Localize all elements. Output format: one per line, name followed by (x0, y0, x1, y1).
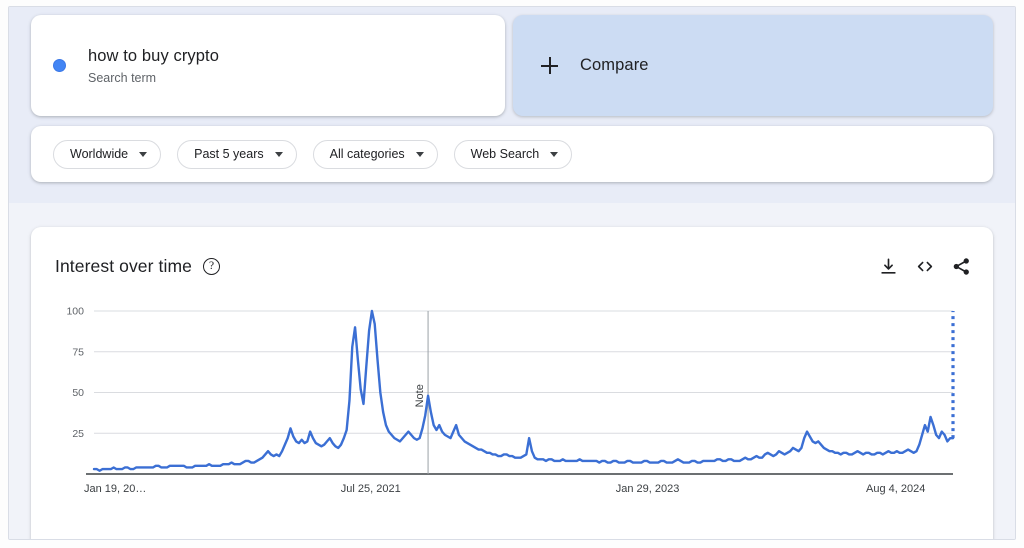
chart-header: Interest over time ? (55, 249, 971, 283)
compare-label: Compare (580, 56, 649, 74)
page-title: Interest over time (55, 255, 192, 276)
chevron-down-icon (550, 151, 559, 157)
compare-button[interactable]: Compare (513, 15, 993, 116)
filter-timerange[interactable]: Past 5 years (177, 139, 297, 169)
filter-category[interactable]: All categories (312, 139, 438, 169)
x-axis-tick-label: Jul 25, 2021 (341, 483, 401, 495)
series-color-dot (53, 59, 66, 72)
filter-search-type[interactable]: Web Search (453, 139, 573, 169)
chart-actions (879, 257, 971, 276)
y-axis-tick-label: 50 (72, 387, 84, 399)
search-term-card[interactable]: how to buy crypto Search term (31, 15, 505, 116)
chart-plot-area: 25 50 75 100 Jan 19, 20… Jul 25, 2021 Jan 29, … (31, 307, 993, 539)
y-axis-tick-label: 25 (72, 428, 84, 440)
filter-location[interactable]: Worldwide (53, 139, 162, 169)
query-row: how to buy crypto Search term Compare (31, 15, 993, 116)
interest-over-time-chart[interactable]: 25 50 75 100 Jan 19, 20… Jul 25, 2021 Jan 29, … (31, 307, 971, 499)
chevron-down-icon (139, 151, 148, 157)
chevron-down-icon (415, 151, 424, 157)
y-axis-tick-label: 100 (66, 307, 84, 318)
plus-icon (541, 57, 558, 74)
filter-timerange-label: Past 5 years (194, 147, 264, 161)
filter-location-label: Worldwide (70, 147, 129, 161)
browser-viewport: how to buy crypto Search term Compare Wo… (8, 6, 1016, 540)
trends-content-region: Interest over time ? 25 50 75 100 Jan 19… (9, 203, 1015, 539)
download-icon[interactable] (879, 257, 898, 276)
chevron-down-icon (274, 151, 283, 157)
embed-code-icon[interactable] (915, 257, 935, 276)
filter-search-type-label: Web Search (470, 147, 540, 161)
x-axis-tick-label: Jan 29, 2023 (616, 483, 680, 495)
x-axis-tick-label: Jan 19, 20… (84, 483, 146, 495)
search-term-type: Search term (88, 70, 157, 85)
search-term-label: how to buy crypto (88, 46, 220, 65)
note-annotation-label: Note (414, 384, 426, 407)
screenshot-frame: how to buy crypto Search term Compare Wo… (0, 0, 1024, 548)
series-line (92, 309, 955, 472)
trends-header-region: how to buy crypto Search term Compare Wo… (9, 7, 1015, 203)
interest-over-time-card: Interest over time ? 25 50 75 100 Jan 19… (31, 227, 993, 539)
filter-bar: Worldwide Past 5 years All categories We… (31, 126, 993, 182)
help-icon[interactable]: ? (203, 257, 220, 275)
filter-category-label: All categories (329, 147, 405, 161)
x-axis-tick-label: Aug 4, 2024 (866, 483, 925, 495)
y-axis-tick-label: 75 (72, 346, 84, 358)
share-icon[interactable] (952, 257, 971, 276)
